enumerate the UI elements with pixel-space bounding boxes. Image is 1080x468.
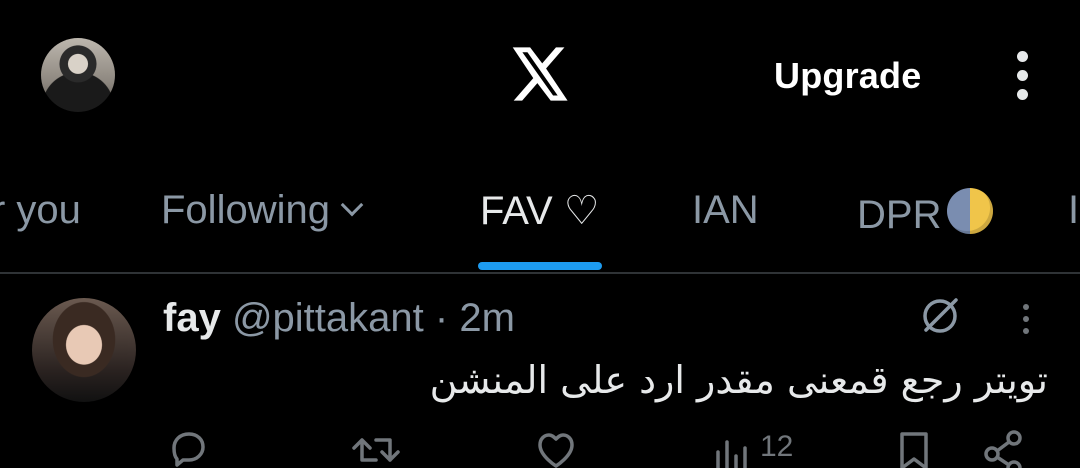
top-bar: Upgrade <box>0 0 1080 150</box>
views-count: 12 <box>760 430 794 463</box>
tweet-header: fay @pittakant · 2m <box>163 296 515 341</box>
bar-chart-icon <box>716 440 747 468</box>
retweet-icon <box>352 438 400 462</box>
x-logo-icon[interactable] <box>512 47 570 101</box>
separator: · <box>434 296 449 340</box>
author-avatar[interactable] <box>32 298 136 402</box>
tab-for-you[interactable]: r you <box>0 188 81 233</box>
tweet-actions: 12 <box>0 430 1080 468</box>
tab-label: Following <box>161 188 330 232</box>
author-name[interactable]: fay <box>163 296 221 340</box>
timeline-tabs: r you Following FAV ♡ IAN DPR I <box>0 150 1080 273</box>
profile-avatar[interactable] <box>41 38 115 112</box>
bookmark-icon <box>900 432 928 468</box>
like-button[interactable] <box>534 430 578 468</box>
upgrade-button[interactable]: Upgrade <box>774 55 921 97</box>
tab-ian[interactable]: IAN <box>692 188 759 233</box>
tab-fav[interactable]: FAV ♡ <box>480 188 600 234</box>
author-handle[interactable]: @pittakant <box>232 296 424 340</box>
chevron-down-icon <box>340 193 364 217</box>
tweet-more-icon[interactable] <box>1020 304 1032 338</box>
share-icon <box>984 430 1022 468</box>
reply-icon <box>172 432 205 467</box>
reply-button[interactable] <box>166 430 210 468</box>
tab-label: DPR <box>857 193 942 237</box>
tab-label: FAV ♡ <box>480 189 600 233</box>
retweet-button[interactable] <box>352 430 400 468</box>
views-button[interactable] <box>712 430 752 468</box>
bookmark-button[interactable] <box>896 430 932 468</box>
tab-following[interactable]: Following <box>161 188 364 233</box>
grok-icon[interactable] <box>918 294 962 338</box>
heart-icon <box>538 433 574 468</box>
tab-dpr[interactable]: DPR <box>857 188 994 238</box>
tab-partial[interactable]: I <box>1068 188 1079 233</box>
tweet[interactable]: fay @pittakant · 2m تويتر رجع قمعنى مقدر… <box>0 274 1080 468</box>
share-button[interactable] <box>982 430 1026 468</box>
tweet-text: تويتر رجع قمعنى مقدر ارد على المنشن <box>429 358 1048 402</box>
tab-label: r you <box>0 188 81 232</box>
active-tab-indicator <box>478 262 602 270</box>
tweet-time[interactable]: 2m <box>459 296 515 340</box>
moon-icon <box>947 188 994 234</box>
more-options-icon[interactable] <box>1012 51 1032 101</box>
tab-label: I <box>1068 188 1080 232</box>
tab-label: IAN <box>692 188 759 232</box>
